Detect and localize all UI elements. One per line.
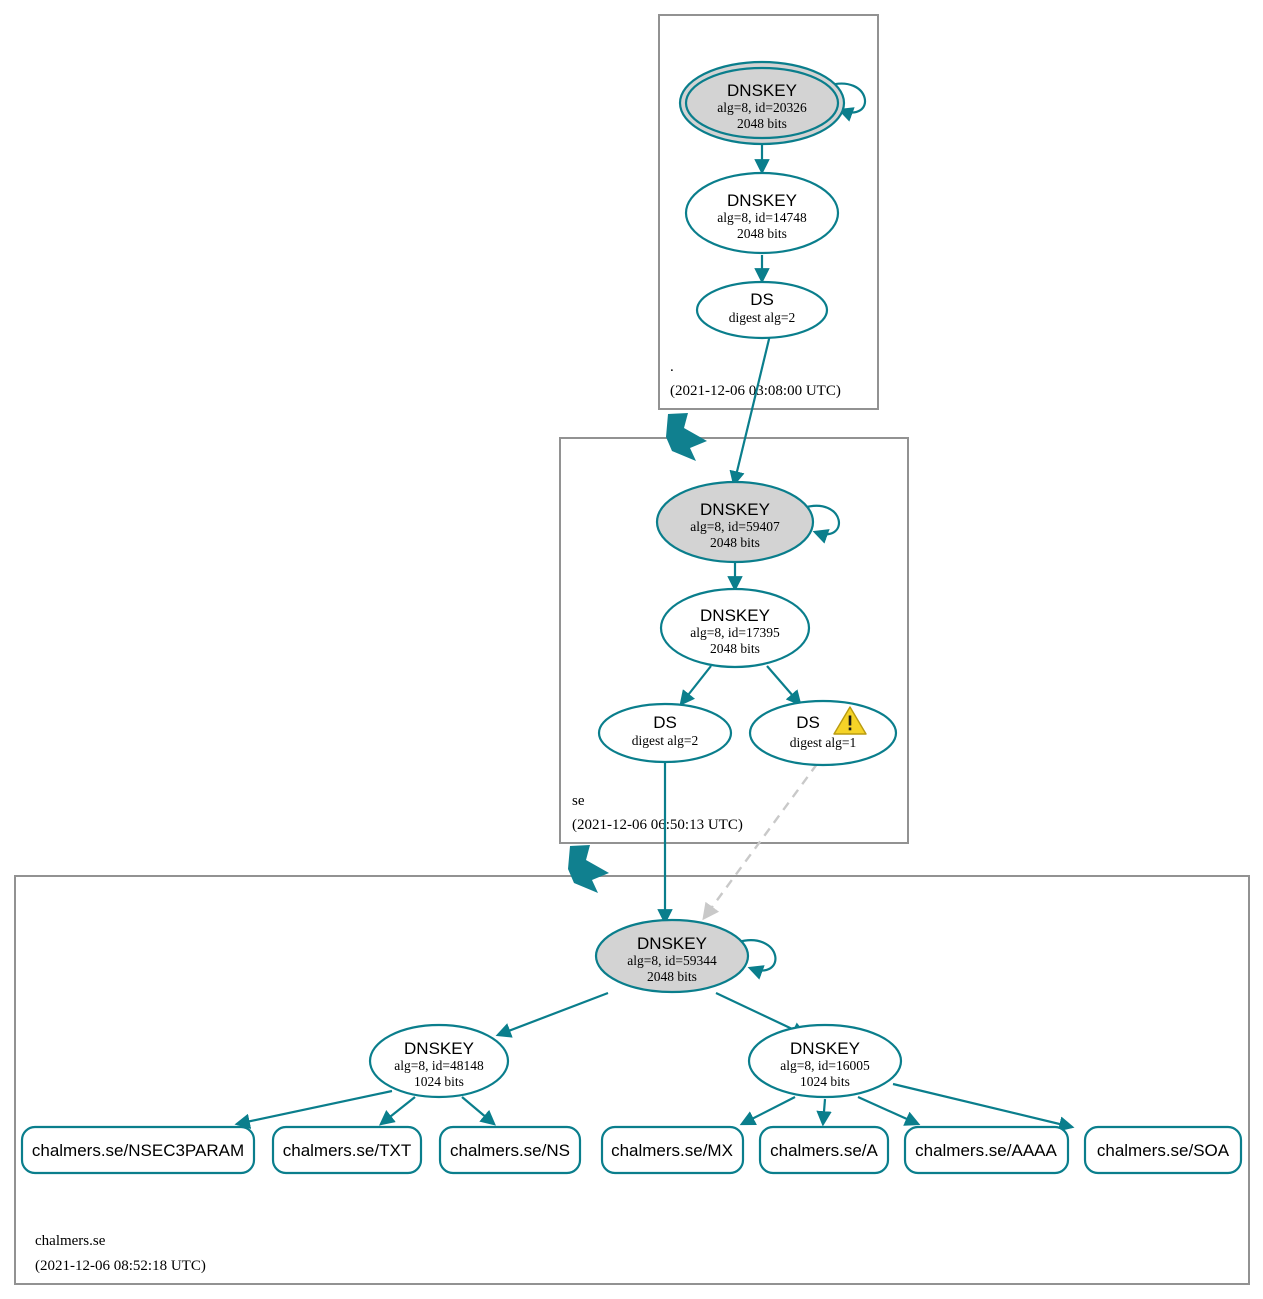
rrset-label: chalmers.se/TXT [283,1141,411,1160]
node-label-digest-alg: digest alg=1 [790,735,856,750]
rrset-label: chalmers.se/A [770,1141,878,1160]
node-label-keysize: 1024 bits [414,1074,464,1089]
edge-zsk48148-to-txt [378,1096,416,1126]
node-se-ds-digest-alg-2[interactable]: DS digest alg=2 [597,702,733,764]
edge-zsk48148-to-nsec3param [234,1089,393,1129]
node-se-zsk-dnskey-17395[interactable]: DNSKEY alg=8, id=17395 2048 bits [659,587,811,669]
node-label-digest-alg: digest alg=2 [729,310,795,325]
edge-zsk16005-to-aaaa [857,1095,921,1126]
node-label-title: DNSKEY [700,606,770,625]
node-label-title: DNSKEY [790,1039,860,1058]
rrset-mx[interactable]: chalmers.se/MX [600,1125,745,1175]
rrset-label: chalmers.se/MX [611,1141,733,1160]
edge-zsk16005-to-mx [739,1096,796,1126]
node-label-alg-id: alg=8, id=48148 [394,1058,484,1073]
rrset-label: chalmers.se/NS [450,1141,570,1160]
zone-label-se-time: (2021-12-06 06:50:13 UTC) [572,817,743,833]
zone-label-chalmers-name: chalmers.se [35,1233,106,1249]
edge-zsk16005-to-soa [892,1082,1075,1132]
node-label-alg-id: alg=8, id=16005 [780,1058,870,1073]
delegation-arrow-se-to-chalmers [568,845,609,893]
warning-exclamation-dot [848,727,852,731]
node-label-title: DNSKEY [404,1039,474,1058]
node-label-title: DS [750,290,774,309]
node-root-zsk-dnskey-14748[interactable]: DNSKEY alg=8, id=14748 2048 bits [684,171,840,255]
node-label-alg-id: alg=8, id=20326 [717,100,807,115]
rrset-label: chalmers.se/AAAA [915,1141,1057,1160]
rrset-ns[interactable]: chalmers.se/NS [438,1125,582,1175]
node-root-ds-digest-alg-2[interactable]: DS digest alg=2 [695,280,829,340]
zone-label-se-name: se [572,793,585,809]
node-shape [748,699,898,767]
rrset-label: chalmers.se/SOA [1097,1141,1230,1160]
node-label-title: DNSKEY [637,934,707,953]
node-label-keysize: 2048 bits [710,535,760,550]
dnssec-chain-diagram: . (2021-12-06 03:08:00 UTC) se (2021-12-… [0,0,1263,1299]
node-label-keysize: 2048 bits [710,641,760,656]
node-label-alg-id: alg=8, id=59407 [690,519,780,534]
rrset-nsec3param[interactable]: chalmers.se/NSEC3PARAM [20,1125,256,1175]
node-label-keysize: 2048 bits [737,116,787,131]
node-label-title: DS [796,713,820,732]
node-label-keysize: 1024 bits [800,1074,850,1089]
edge-zsk16005-to-a [816,1098,832,1127]
rrset-txt[interactable]: chalmers.se/TXT [271,1125,423,1175]
node-label-keysize: 2048 bits [647,969,697,984]
node-label-digest-alg: digest alg=2 [632,733,698,748]
rrset-soa[interactable]: chalmers.se/SOA [1083,1125,1243,1175]
edge-se-ds1-to-chalmers-ksk-invalid [702,763,818,921]
node-se-ds-digest-alg-1[interactable]: DS digest alg=1 [748,699,898,767]
warning-exclamation-bar [848,715,852,726]
rrset-aaaa[interactable]: chalmers.se/AAAA [903,1125,1070,1175]
node-label-title: DNSKEY [727,191,797,210]
edge-chalmers-ksk-to-zsk-48148 [495,991,609,1038]
node-root-ksk-dnskey-20326[interactable]: DNSKEY alg=8, id=20326 2048 bits [678,60,846,146]
node-chalmers-zsk-dnskey-48148[interactable]: DNSKEY alg=8, id=48148 1024 bits [368,1023,510,1099]
node-label-title: DNSKEY [700,500,770,519]
node-se-ksk-dnskey-59407[interactable]: DNSKEY alg=8, id=59407 2048 bits [655,480,815,564]
rrset-a[interactable]: chalmers.se/A [758,1125,890,1175]
edge-zsk48148-to-ns [461,1096,496,1126]
node-label-alg-id: alg=8, id=59344 [627,953,717,968]
edge-se-zsk-to-ds1 [766,665,802,706]
node-label-alg-id: alg=8, id=17395 [690,625,780,640]
node-label-alg-id: alg=8, id=14748 [717,210,807,225]
node-label-title: DNSKEY [727,81,797,100]
node-chalmers-ksk-dnskey-59344[interactable]: DNSKEY alg=8, id=59344 2048 bits [594,918,750,994]
node-chalmers-zsk-dnskey-16005[interactable]: DNSKEY alg=8, id=16005 1024 bits [747,1023,903,1099]
node-label-keysize: 2048 bits [737,226,787,241]
node-label-title: DS [653,713,677,732]
graph-canvas: . (2021-12-06 03:08:00 UTC) se (2021-12-… [14,14,1250,1285]
edge-se-zsk-to-ds2 [679,665,712,707]
zone-label-chalmers-time: (2021-12-06 08:52:18 UTC) [35,1258,206,1274]
rrset-label: chalmers.se/NSEC3PARAM [32,1141,244,1160]
zone-label-root-name: . [670,359,674,375]
